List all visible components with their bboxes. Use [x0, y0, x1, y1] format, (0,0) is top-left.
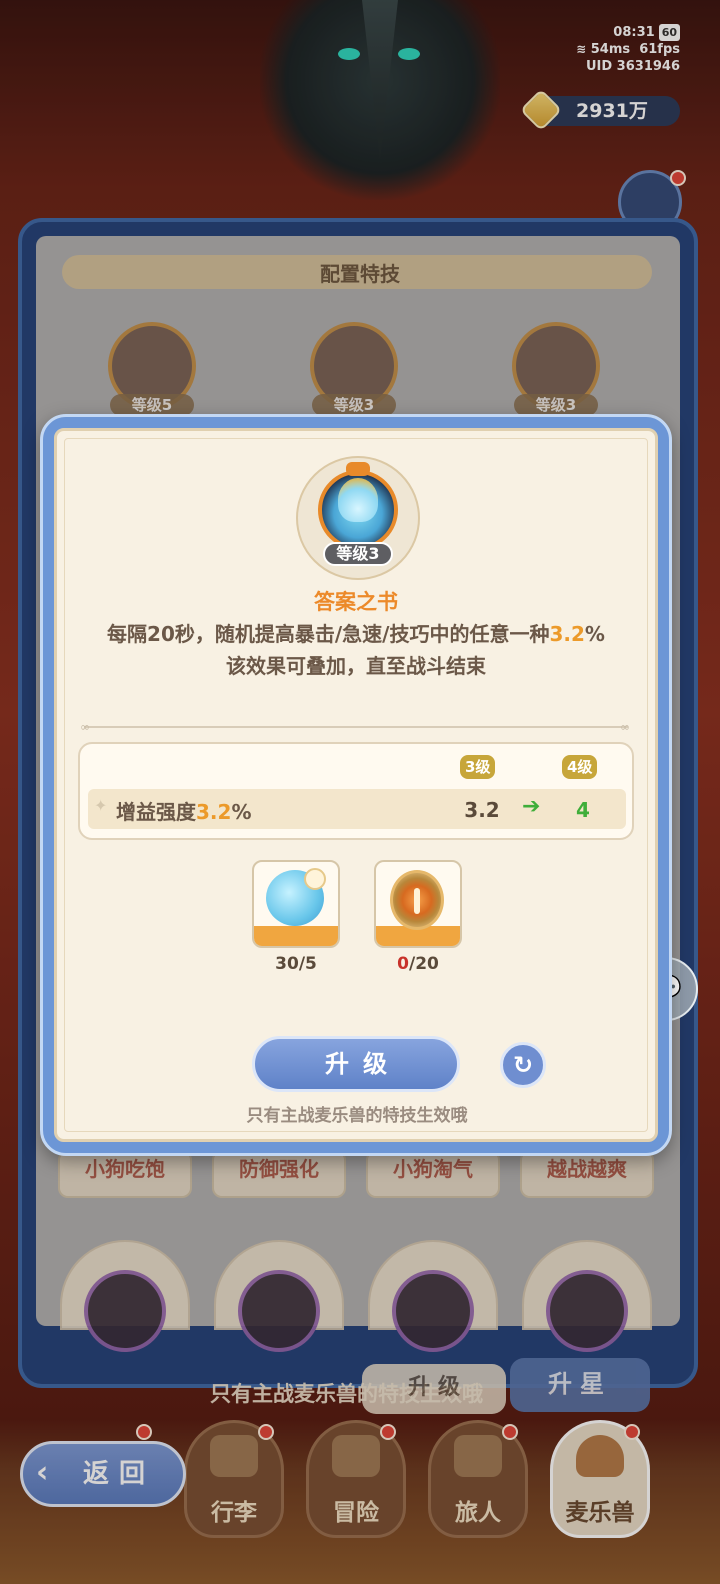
- refresh-icon: ↻: [512, 1051, 534, 1079]
- material-required: /5: [298, 954, 317, 974]
- skill-level-badge: 等级3: [323, 542, 393, 566]
- refresh-button[interactable]: ↻: [500, 1042, 546, 1088]
- stat-next-value: 4: [576, 798, 590, 822]
- skill-name: 答案之书: [314, 590, 398, 614]
- stat-label-value: 3.2: [196, 800, 232, 824]
- divider-ornament: ∞: [620, 720, 630, 734]
- card-fill: [254, 926, 338, 946]
- star-badge-icon: [304, 868, 326, 890]
- desc-text: 每隔20秒，随机提高暴击/急速/技巧中的任意一种: [107, 622, 550, 646]
- sparkle-icon: ✦: [94, 796, 108, 815]
- stat-label-unit: %: [231, 800, 252, 824]
- divider-ornament: ∞: [80, 720, 90, 734]
- stat-label: 增益强度3.2%: [116, 796, 251, 825]
- divider: [84, 726, 628, 728]
- upgrade-button[interactable]: 升级: [252, 1036, 460, 1092]
- bow-ornament: [346, 462, 370, 476]
- skill-description-line1: 每隔20秒，随机提高暴击/急速/技巧中的任意一种3.2%: [60, 618, 652, 650]
- stat-label-text: 增益强度: [116, 800, 196, 824]
- material-required: /20: [408, 954, 439, 974]
- stat-current-value: 3.2: [464, 798, 500, 822]
- current-level-tag: 3级: [460, 755, 496, 779]
- skill-description-line2: 该效果可叠加，直至战斗结束: [226, 654, 486, 678]
- next-level-tag: 4级: [562, 755, 598, 779]
- material-owned: 0: [397, 954, 409, 974]
- dialog-hint: 只有主战麦乐兽的特技生效哦: [246, 1106, 468, 1126]
- desc-value: 3.2: [549, 622, 585, 646]
- medal-shine: [414, 888, 420, 914]
- blue-slime-flame-icon: [338, 478, 378, 522]
- skill-description: 每隔20秒，随机提高暴击/急速/技巧中的任意一种3.2% 该效果可叠加，直至战斗…: [60, 618, 652, 682]
- desc-unit: %: [584, 622, 605, 646]
- material-owned: 30: [275, 954, 299, 974]
- material-count: 0/20: [374, 954, 462, 974]
- arrow-right-icon: ➔: [522, 794, 541, 819]
- material-count: 30/5: [252, 954, 340, 974]
